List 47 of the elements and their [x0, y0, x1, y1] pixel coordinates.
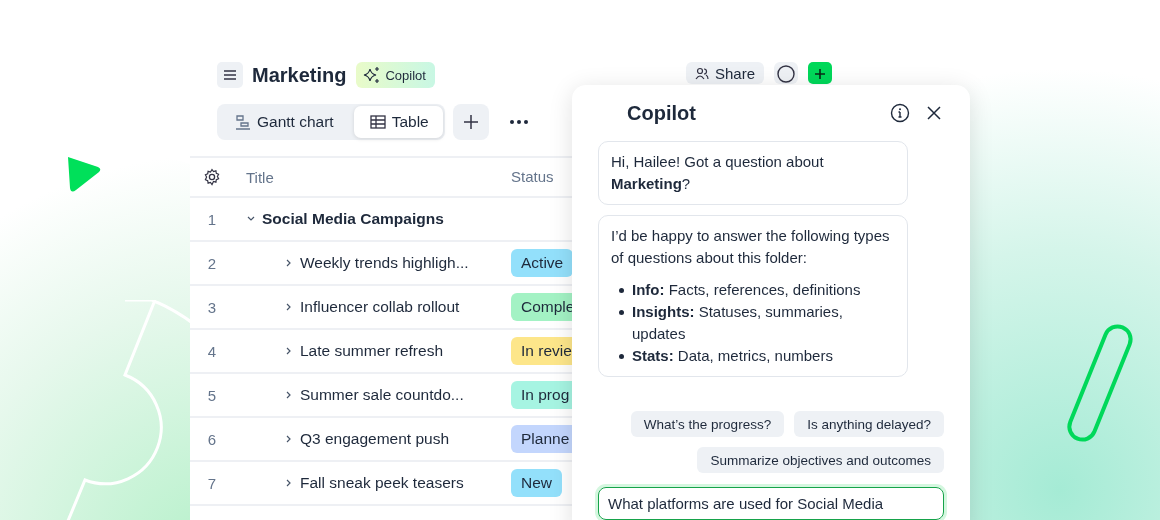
row-number: 4 — [207, 342, 217, 360]
status-tag: New — [511, 469, 562, 497]
view-tab[interactable]: Table — [353, 106, 443, 138]
gantt-icon — [235, 114, 251, 130]
plus-icon — [463, 115, 478, 129]
add-icon[interactable] — [808, 62, 832, 84]
view-tab[interactable]: Gantt chart — [219, 106, 348, 138]
status-tag: Active — [511, 249, 574, 277]
row-number: 6 — [207, 430, 217, 448]
copilot-button[interactable]: Copilot — [356, 62, 435, 88]
close-icon[interactable] — [926, 105, 942, 121]
message-text: Hi, Hailee! Got a question about Marketing? — [611, 152, 825, 194]
row-number: 2 — [207, 254, 217, 272]
task-title: Q3 engagement push — [300, 430, 450, 448]
task-title: Influencer collab rollout — [300, 298, 460, 316]
task-title: Late summer refresh — [300, 342, 443, 360]
info-icon[interactable] — [890, 103, 910, 123]
menu-icon — [224, 70, 236, 80]
message-input[interactable]: What platforms are used for Social Media — [598, 487, 944, 520]
menu-button[interactable] — [217, 62, 243, 88]
row-number: 1 — [207, 210, 217, 228]
share-button[interactable]: Share — [685, 62, 764, 84]
settings-icon[interactable] — [203, 168, 221, 186]
help-icon[interactable] — [774, 62, 798, 84]
task-title: Fall sneak peek teasers — [300, 474, 464, 492]
suggestion-chip[interactable]: What’s the progress? — [630, 411, 785, 437]
bullet-text: Insights: Statuses, summaries, updates — [632, 302, 844, 344]
row-number: 7 — [207, 474, 217, 492]
table-icon — [369, 115, 386, 129]
message-text: I’d be happy to answer the following types of questions about this folder: — [611, 226, 891, 268]
task-title: Weekly trends highligh... — [300, 254, 469, 272]
column-header: Status — [511, 168, 554, 185]
bullet-text: Info: Facts, references, definitions — [632, 280, 861, 300]
task-title: Summer sale countdo... — [300, 386, 464, 404]
bullet-text: Stats: Data, metrics, numbers — [632, 346, 833, 366]
column-header: Title — [246, 168, 274, 186]
group-title: Social Media Campaigns — [262, 210, 444, 228]
more-icon[interactable] — [508, 119, 529, 125]
sparkle-icon — [363, 66, 382, 84]
panel-title: Copilot — [627, 101, 696, 125]
page-title: Marketing — [252, 63, 347, 87]
row-number: 3 — [207, 298, 217, 316]
suggestion-chip[interactable]: Summarize objectives and outcomes — [697, 447, 944, 473]
add-view-button[interactable] — [452, 104, 489, 140]
people-icon — [694, 66, 709, 80]
row-number: 5 — [207, 386, 217, 404]
suggestion-chip[interactable]: Is anything delayed? — [794, 411, 944, 437]
